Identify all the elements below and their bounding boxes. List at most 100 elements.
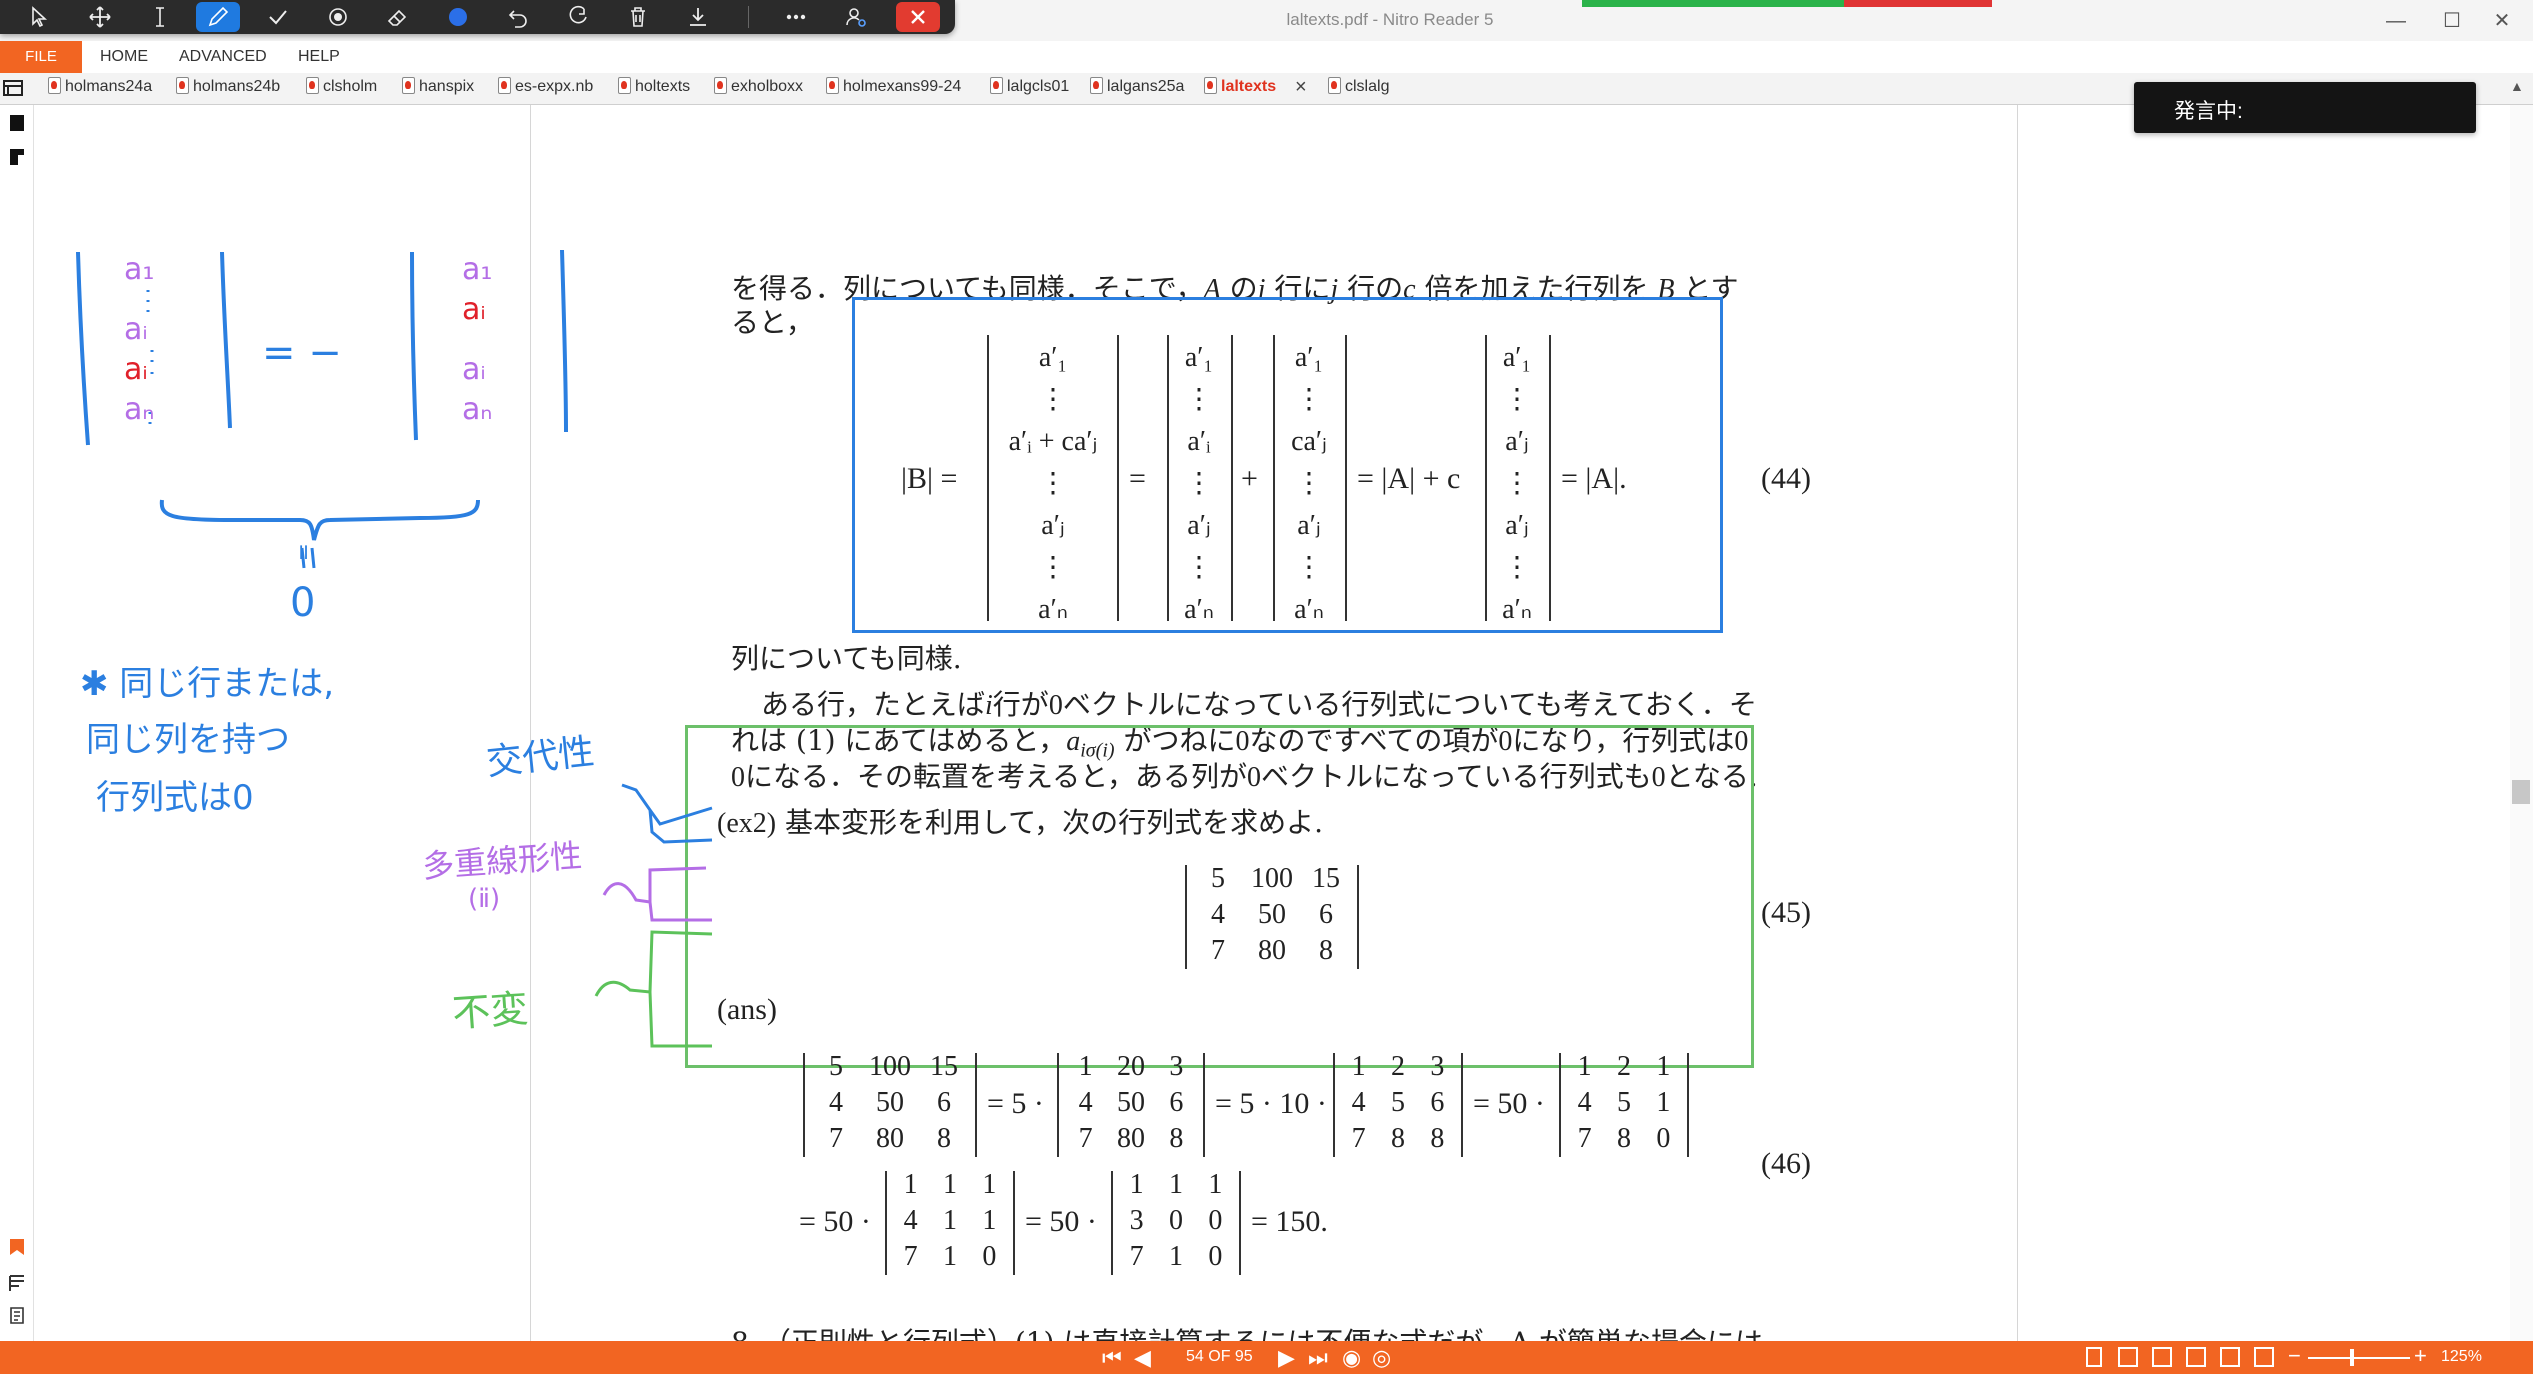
math-equals: = (1129, 462, 1146, 495)
ink-invariant: 不変 (450, 986, 530, 1036)
matrix-cell: 7 (1211, 935, 1225, 966)
matrix-cell: 0 (982, 1241, 997, 1272)
save-icon[interactable] (676, 2, 720, 32)
tab-hanspix[interactable]: hanspix (402, 77, 474, 103)
tab-lalgcls01[interactable]: lalgcls01 (990, 77, 1069, 103)
maximize-button[interactable]: ☐ (2432, 6, 2472, 36)
page-indicator[interactable]: 54 OF 95 (1186, 1348, 1253, 1366)
facing-view-icon[interactable] (2152, 1347, 2172, 1367)
highlighter-icon[interactable] (316, 2, 360, 32)
tab-holtexts[interactable]: holtexts (618, 77, 690, 103)
pen-icon[interactable] (196, 2, 240, 32)
pages-panel-icon[interactable] (7, 147, 27, 167)
tab-laltexts[interactable]: laltexts (1204, 77, 1276, 103)
det-entry: a′ₙ (1294, 594, 1324, 625)
continuous-view-icon[interactable] (2118, 1347, 2138, 1367)
text-span: 基本変形を利用して，次の行列式を求めよ. (784, 806, 1324, 839)
matrix-cell: 4 (1577, 1087, 1592, 1118)
zoom-in-button[interactable]: + (2414, 1343, 2427, 1369)
forward-view-icon[interactable]: ◎ (1372, 1345, 1391, 1371)
matrix-cell: 100 (1251, 863, 1293, 894)
det-entry: a′ₙ (1184, 594, 1214, 625)
tab-es-expx[interactable]: es-expx.nb (498, 77, 593, 103)
ink-equals-minus: = − (262, 330, 342, 376)
bookmarks-icon[interactable] (7, 1237, 27, 1257)
scrollbar-thumb[interactable] (2512, 780, 2530, 804)
text-span: ある行，たとえば (761, 688, 986, 721)
continuous-facing-view-icon[interactable] (2186, 1347, 2206, 1367)
scroll-up-icon[interactable]: ▲ (2510, 78, 2524, 94)
tab-lalgans25a[interactable]: lalgans25a (1090, 77, 1184, 103)
det-bar (1485, 335, 1487, 621)
zoom-slider-thumb[interactable] (2350, 1349, 2354, 1366)
matrix-row: 5 100 15 (809, 1051, 971, 1087)
tab-menu-icon[interactable] (2, 77, 26, 103)
tab-label: holmans24b (193, 78, 281, 95)
math-B-abs: |B| = (901, 462, 958, 495)
redo-icon[interactable] (556, 2, 600, 32)
det-entry: a′ⱼ (1041, 510, 1065, 541)
tab-label: laltexts (1221, 78, 1277, 95)
menu-file[interactable]: FILE (0, 41, 82, 73)
menu-advanced[interactable]: ADVANCED (179, 48, 267, 66)
more-icon[interactable] (774, 2, 818, 32)
last-page-icon[interactable]: ⏭ (1308, 1345, 1328, 1371)
matrix-row: 710 (1117, 1241, 1235, 1277)
eraser-icon[interactable] (376, 2, 420, 32)
settings-icon[interactable] (834, 2, 878, 32)
fit-page-icon[interactable] (2254, 1347, 2274, 1367)
prev-page-icon[interactable]: ◀ (1134, 1345, 1151, 1371)
menu-help[interactable]: HELP (298, 48, 340, 66)
vertical-scrollbar[interactable] (2510, 105, 2533, 1341)
matrix-row: 123 (1339, 1051, 1457, 1087)
first-page-icon[interactable]: ⏮ (1102, 1345, 1122, 1371)
check-icon[interactable] (256, 2, 300, 32)
matrix-46e: 111411710 (891, 1169, 1009, 1277)
pdf-page: を得る．列についても同様．そこで，A のi 行にj 行のc 倍を加えた行列を B… (530, 105, 2018, 1341)
close-window-button[interactable]: ✕ (2482, 6, 2522, 36)
tab-holmexans99-24[interactable]: holmexans99-24 (826, 77, 961, 103)
matrix-cell: 6 (1169, 1087, 1184, 1118)
left-side-toolbar (0, 105, 34, 1341)
menu-home[interactable]: HOME (100, 48, 148, 66)
zoom-out-button[interactable]: − (2288, 1343, 2301, 1369)
undo-icon[interactable] (496, 2, 540, 32)
tab-clsholm[interactable]: clsholm (306, 77, 377, 103)
color-dot-icon[interactable] (436, 2, 480, 32)
tab-exholboxx[interactable]: exholboxx (714, 77, 803, 103)
matrix-cell: 8 (1430, 1123, 1445, 1154)
fit-width-icon[interactable] (2220, 1347, 2240, 1367)
matrix-cell: 1 (1168, 1241, 1183, 1272)
tab-holmans24a[interactable]: holmans24a (48, 77, 152, 103)
equation-number-45: (45) (1761, 896, 1811, 929)
tab-label: hanspix (419, 78, 475, 95)
ink-text: 同じ行または, (119, 664, 335, 704)
single-page-view-icon[interactable] (2086, 1347, 2102, 1367)
det-bar (1687, 1053, 1689, 1157)
back-view-icon[interactable]: ◉ (1342, 1345, 1361, 1371)
zoom-slider-track[interactable] (2308, 1357, 2410, 1359)
next-page-icon[interactable]: ▶ (1278, 1345, 1295, 1371)
tab-close-icon[interactable]: × (1295, 76, 1307, 99)
tab-clslalg[interactable]: clslalg (1328, 77, 1389, 103)
delete-icon[interactable] (616, 2, 660, 32)
pdf-icon (618, 77, 631, 94)
comments-icon[interactable] (7, 1273, 27, 1293)
pdf-icon (1090, 77, 1103, 94)
tab-holmans24b[interactable]: holmans24b (176, 77, 280, 103)
matrix-row: 7 80 8 (1191, 935, 1353, 971)
attachments-icon[interactable] (7, 1305, 27, 1325)
matrix-cell: 1 (1208, 1169, 1223, 1200)
text-cursor-icon[interactable] (138, 2, 182, 32)
zoom-level[interactable]: 125% (2441, 1348, 2482, 1366)
cursor-tool-icon[interactable] (7, 113, 27, 133)
det-entry: a′ⱼ (1505, 510, 1529, 541)
det-entry: ca′ⱼ (1291, 426, 1327, 457)
minimize-button[interactable]: — (2376, 6, 2416, 36)
close-icon[interactable] (896, 2, 940, 32)
matrix-cell: 5 (1390, 1087, 1405, 1118)
select-arrow-icon[interactable] (18, 2, 62, 32)
det-entry: a′ᵢ (1187, 426, 1211, 457)
matrix-cell: 6 (937, 1087, 951, 1118)
move-icon[interactable] (78, 2, 122, 32)
